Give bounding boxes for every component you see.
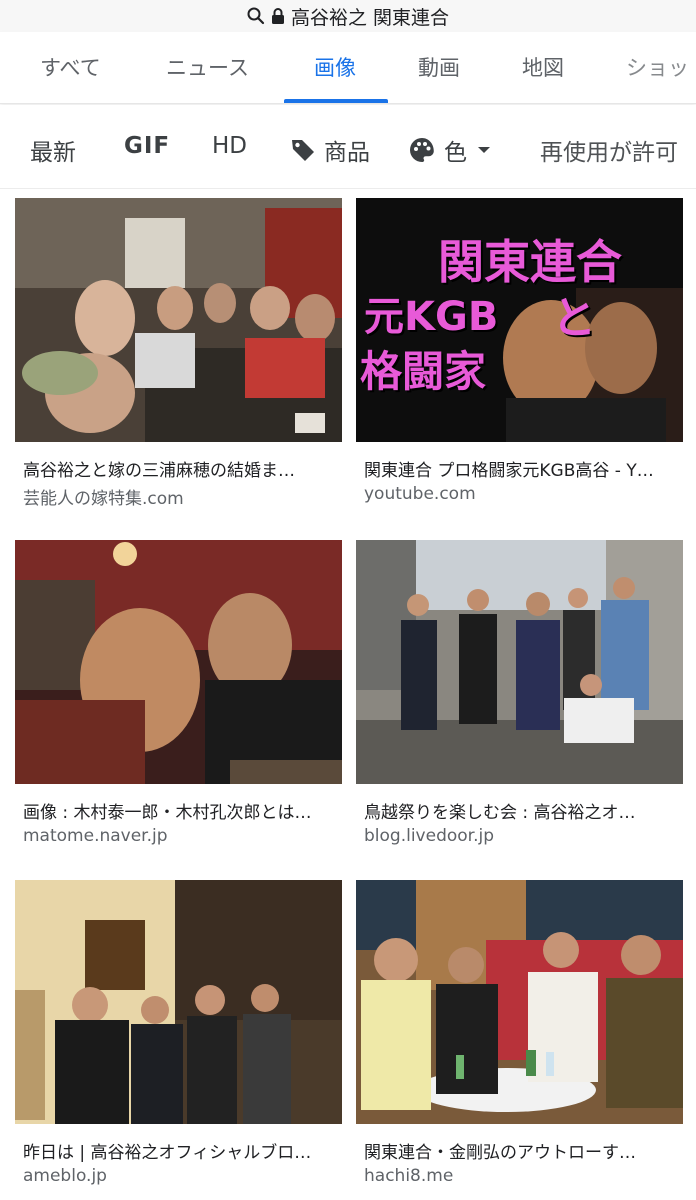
result-caption-5[interactable]: 昨日は | 高谷裕之オフィシャルブロ… bbox=[23, 1138, 341, 1163]
filter-products-label: 商品 bbox=[324, 140, 370, 166]
result-source-4[interactable]: blog.livedoor.jp bbox=[364, 826, 494, 846]
result-source-3[interactable]: matome.naver.jp bbox=[23, 826, 168, 846]
result-card-6[interactable]: 関東連合・金剛弘のアウトローす… hachi8.me bbox=[356, 880, 683, 1200]
result-source-1[interactable]: 芸能人の嫁特集.com bbox=[23, 484, 184, 509]
result-source-2[interactable]: youtube.com bbox=[364, 484, 476, 504]
filter-gif[interactable]: GIF bbox=[124, 133, 170, 159]
result-thumbnail-6[interactable] bbox=[356, 880, 683, 1124]
result-source-5[interactable]: ameblo.jp bbox=[23, 1166, 107, 1186]
search-icon bbox=[247, 7, 265, 25]
url-bar[interactable]: 高谷裕之 関東連合 bbox=[0, 0, 696, 32]
result-card-5[interactable]: 昨日は | 高谷裕之オフィシャルブロ… ameblo.jp bbox=[15, 880, 342, 1200]
filter-reusable[interactable]: 再使用が許可 bbox=[540, 133, 678, 167]
result-thumbnail-5[interactable] bbox=[15, 880, 342, 1124]
result-card-3[interactable]: 画像 : 木村泰一郎・木村孔次郎とは… matome.naver.jp bbox=[15, 540, 342, 860]
tab-videos[interactable]: 動画 bbox=[418, 52, 460, 82]
filter-color-label: 色 bbox=[444, 140, 467, 166]
filter-products[interactable]: 商品 bbox=[290, 133, 370, 167]
result-caption-6[interactable]: 関東連合・金剛弘のアウトローす… bbox=[364, 1138, 682, 1163]
lock-icon bbox=[271, 7, 285, 25]
result-thumbnail-1[interactable] bbox=[15, 198, 342, 442]
result-thumbnail-4[interactable] bbox=[356, 540, 683, 784]
result-thumbnail-3[interactable] bbox=[15, 540, 342, 784]
tab-news[interactable]: ニュース bbox=[166, 52, 249, 82]
result-thumbnail-2[interactable]: 関東連合 元KGB と 格闘家 bbox=[356, 198, 683, 442]
result-caption-2[interactable]: 関東連合 プロ格闘家元KGB高谷 - Y… bbox=[364, 456, 682, 481]
thumbnail-overlay-to: と bbox=[552, 293, 596, 344]
filter-bar: 最新 GIF HD 商品 色 再使用が許可 bbox=[0, 105, 696, 189]
result-card-1[interactable]: 高谷裕之と嫁の三浦麻穂の結婚ま… 芸能人の嫁特集.com bbox=[15, 198, 342, 518]
result-caption-3[interactable]: 画像 : 木村泰一郎・木村孔次郎とは… bbox=[23, 798, 341, 823]
filter-color[interactable]: 色 bbox=[408, 133, 499, 167]
result-card-2[interactable]: 関東連合 元KGB と 格闘家 関東連合 プロ格闘家元KGB高谷 - Y… yo… bbox=[356, 198, 683, 518]
tag-icon bbox=[292, 140, 314, 161]
result-caption-1[interactable]: 高谷裕之と嫁の三浦麻穂の結婚ま… bbox=[23, 456, 341, 481]
result-source-6[interactable]: hachi8.me bbox=[364, 1166, 453, 1186]
filter-latest[interactable]: 最新 bbox=[30, 133, 76, 167]
tab-shopping[interactable]: ショッ bbox=[626, 52, 689, 82]
active-tab-indicator bbox=[284, 99, 388, 103]
palette-icon bbox=[410, 138, 434, 162]
filter-hd[interactable]: HD bbox=[212, 133, 247, 159]
tab-images[interactable]: 画像 bbox=[314, 52, 356, 82]
url-query: 高谷裕之 関東連合 bbox=[290, 6, 450, 29]
result-caption-4[interactable]: 鳥越祭りを楽しむ会 : 高谷裕之オ… bbox=[364, 798, 682, 823]
tab-maps[interactable]: 地図 bbox=[522, 52, 564, 82]
search-tabs: すべて ニュース 画像 動画 地図 ショッ bbox=[0, 32, 696, 104]
thumbnail-overlay-kgb: 元KGB bbox=[364, 294, 499, 340]
tab-all[interactable]: すべて bbox=[40, 52, 101, 82]
result-card-4[interactable]: 鳥越祭りを楽しむ会 : 高谷裕之オ… blog.livedoor.jp bbox=[356, 540, 683, 860]
caret-down-icon bbox=[478, 147, 490, 153]
thumbnail-overlay-fighter: 格闘家 bbox=[360, 347, 487, 396]
